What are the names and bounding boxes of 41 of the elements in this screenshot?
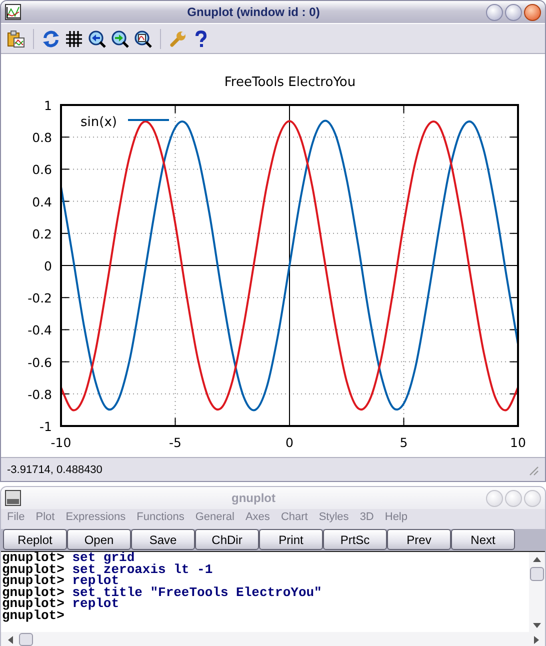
y-tick-label: 0: [44, 258, 52, 274]
app-icon: [5, 490, 21, 506]
legend-label: sin(x): [80, 115, 117, 130]
console-line: gnuplot> replot: [2, 575, 120, 586]
x-tick-label: -10: [50, 435, 72, 450]
legend-line: [128, 119, 169, 121]
chart-title: FreeTools ElectroYou: [224, 75, 356, 90]
close-button[interactable]: [524, 4, 541, 20]
cursor-coordinates: -3.91714, 0.488430: [7, 464, 104, 476]
console-line: gnuplot> set zeroaxis lt -1: [2, 564, 214, 575]
minimize-button[interactable]: [486, 4, 503, 20]
y-tick-label: 1: [44, 98, 52, 113]
grid-icon[interactable]: [65, 30, 83, 48]
window-title: gnuplot: [230, 491, 276, 505]
paste-icon[interactable]: [7, 30, 25, 48]
x-tick-label: 5: [400, 435, 408, 450]
y-tick-label: -0.4: [28, 322, 52, 338]
x-tick-label: 0: [286, 435, 294, 450]
scroll-thumb[interactable]: [530, 567, 544, 581]
window-title: Gnuplot (window id : 0): [186, 5, 321, 19]
zoom-icon[interactable]: [134, 30, 152, 48]
zoom-forward-icon[interactable]: [111, 30, 129, 48]
console-line: gnuplot> set title "FreeTools ElectroYou": [2, 586, 323, 598]
y-tick-label: 0.4: [32, 194, 52, 210]
y-tick-label: 0.8: [32, 130, 52, 146]
y-tick-label: 0.2: [32, 226, 52, 242]
chart-icon: [5, 4, 21, 20]
refresh-icon[interactable]: [42, 30, 60, 48]
y-tick-label: 0.6: [32, 162, 52, 178]
y-tick-label: -0.8: [28, 386, 52, 402]
y-tick-label: -0.2: [28, 290, 52, 306]
x-tick-label: 10: [510, 435, 526, 450]
y-tick-label: -0.6: [28, 354, 52, 370]
y-tick-label: -1: [40, 419, 52, 434]
x-tick-label: -5: [169, 435, 182, 450]
zoom-back-icon[interactable]: [88, 30, 106, 48]
resize-grip[interactable]: [527, 464, 539, 476]
console-line: gnuplot> replot: [2, 598, 120, 610]
console-line: gnuplot>: [2, 610, 66, 621]
scroll-down-icon[interactable]: [532, 620, 542, 630]
maximize-button[interactable]: [505, 4, 522, 20]
